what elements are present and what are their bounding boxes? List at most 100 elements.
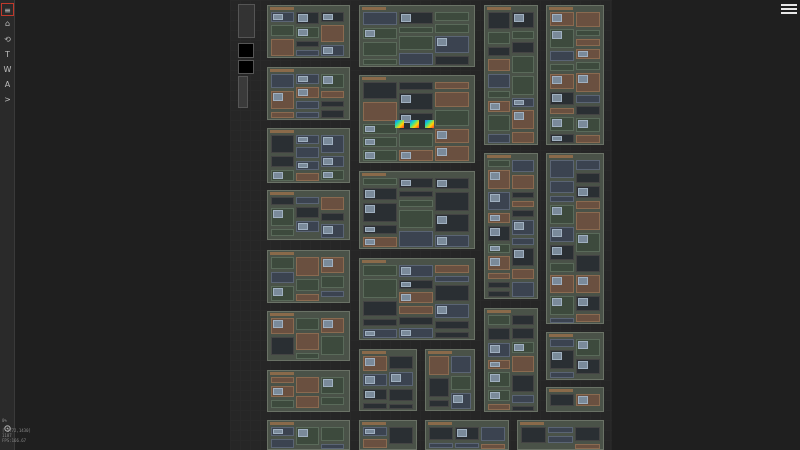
node-box[interactable] <box>488 282 510 288</box>
node-box[interactable] <box>512 160 534 172</box>
image-thumbnail[interactable] <box>578 235 588 243</box>
node-box[interactable] <box>576 95 600 103</box>
image-thumbnail[interactable] <box>298 137 308 142</box>
image-thumbnail[interactable] <box>323 320 333 328</box>
image-thumbnail[interactable] <box>401 14 411 22</box>
node-box[interactable] <box>296 147 319 158</box>
node-box[interactable] <box>271 257 294 269</box>
main-menu-button[interactable] <box>781 2 797 16</box>
node-box[interactable] <box>296 257 319 276</box>
node-group[interactable] <box>546 153 604 324</box>
image-thumbnail[interactable] <box>490 246 500 251</box>
node-box[interactable] <box>399 191 433 197</box>
image-thumbnail[interactable] <box>552 14 562 22</box>
node-box[interactable] <box>512 238 534 245</box>
node-group[interactable] <box>359 349 417 411</box>
image-thumbnail[interactable] <box>514 222 524 230</box>
node-group[interactable] <box>484 153 538 299</box>
node-box[interactable] <box>550 263 574 272</box>
image-thumbnail[interactable] <box>365 30 375 37</box>
node-box[interactable] <box>321 276 344 288</box>
node-box[interactable] <box>435 321 469 329</box>
strip-node[interactable] <box>238 76 248 108</box>
node-box[interactable] <box>363 178 397 185</box>
node-box[interactable] <box>363 279 397 298</box>
node-box[interactable] <box>296 377 319 393</box>
workflow-button[interactable]: W <box>1 63 14 76</box>
node-box[interactable] <box>321 25 344 42</box>
image-thumbnail[interactable] <box>490 345 500 353</box>
image-thumbnail[interactable] <box>365 358 375 366</box>
node-box[interactable] <box>451 356 471 373</box>
node-box[interactable] <box>296 41 319 47</box>
node-box[interactable] <box>550 339 574 347</box>
node-box[interactable] <box>271 229 294 236</box>
console-button[interactable]: > <box>1 93 14 106</box>
node-box[interactable] <box>321 336 344 355</box>
image-thumbnail[interactable] <box>578 188 588 196</box>
node-group[interactable] <box>425 420 509 450</box>
image-thumbnail[interactable] <box>437 306 447 314</box>
node-box[interactable] <box>548 427 573 433</box>
image-thumbnail[interactable] <box>365 190 375 198</box>
image-thumbnail[interactable] <box>437 148 447 156</box>
node-box[interactable] <box>363 42 397 56</box>
node-box[interactable] <box>576 212 600 230</box>
node-box[interactable] <box>512 269 534 279</box>
image-thumbnail[interactable] <box>578 51 588 57</box>
node-group[interactable] <box>484 5 538 145</box>
node-box[interactable] <box>363 403 387 409</box>
image-thumbnail[interactable] <box>514 344 524 351</box>
node-group[interactable] <box>484 308 538 412</box>
node-box[interactable] <box>576 173 600 183</box>
node-box[interactable] <box>576 106 600 115</box>
node-box[interactable] <box>512 192 534 198</box>
node-box[interactable] <box>321 91 344 98</box>
image-thumbnail[interactable] <box>437 237 447 245</box>
node-group[interactable] <box>267 128 350 183</box>
node-box[interactable] <box>321 444 344 449</box>
node-box[interactable] <box>271 272 294 283</box>
node-box[interactable] <box>271 197 294 205</box>
image-thumbnail[interactable] <box>401 180 411 186</box>
image-thumbnail[interactable] <box>365 139 375 145</box>
image-thumbnail[interactable] <box>323 226 333 234</box>
node-box[interactable] <box>435 192 469 211</box>
node-box[interactable] <box>296 294 319 301</box>
image-thumbnail[interactable] <box>323 47 333 54</box>
node-box[interactable] <box>296 112 319 118</box>
node-box[interactable] <box>512 56 534 73</box>
image-thumbnail[interactable] <box>401 282 411 287</box>
node-box[interactable] <box>512 375 534 392</box>
node-box[interactable] <box>363 59 397 65</box>
image-thumbnail[interactable] <box>578 277 588 285</box>
node-box[interactable] <box>576 255 600 272</box>
node-box[interactable] <box>429 400 449 407</box>
node-box[interactable] <box>296 396 319 408</box>
image-thumbnail[interactable] <box>453 395 463 403</box>
image-thumbnail[interactable] <box>437 131 447 139</box>
image-thumbnail[interactable] <box>323 259 333 267</box>
node-box[interactable] <box>576 201 600 209</box>
node-box[interactable] <box>271 377 294 383</box>
node-box[interactable] <box>399 210 433 228</box>
node-group[interactable] <box>517 420 604 450</box>
image-thumbnail[interactable] <box>514 112 524 120</box>
node-box[interactable] <box>435 92 469 107</box>
node-box[interactable] <box>363 82 397 99</box>
node-box[interactable] <box>488 12 510 29</box>
menu-icon[interactable]: ≡ <box>1 3 14 16</box>
image-thumbnail[interactable] <box>365 152 375 159</box>
node-box[interactable] <box>550 160 574 178</box>
node-box[interactable] <box>363 301 397 316</box>
image-thumbnail[interactable] <box>552 229 562 237</box>
node-box[interactable] <box>488 115 510 131</box>
node-group[interactable] <box>267 311 350 361</box>
node-box[interactable] <box>321 101 344 107</box>
image-thumbnail[interactable] <box>391 374 401 382</box>
image-thumbnail[interactable] <box>578 120 588 128</box>
image-thumbnail[interactable] <box>273 172 283 179</box>
image-thumbnail[interactable] <box>578 75 588 83</box>
image-thumbnail[interactable] <box>514 250 524 258</box>
home-icon[interactable]: ⌂ <box>1 17 14 30</box>
